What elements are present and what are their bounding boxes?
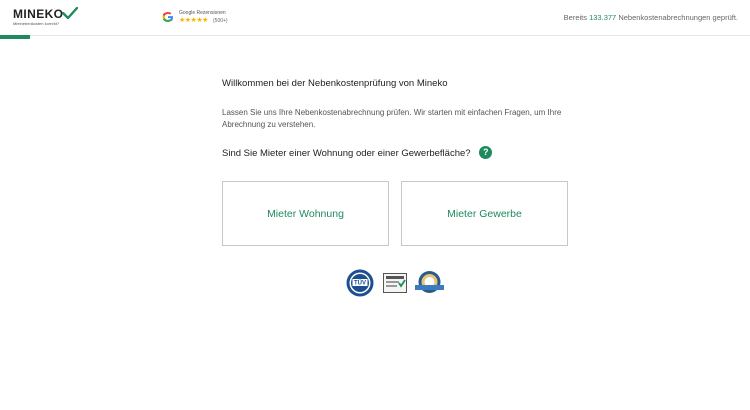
google-reviews[interactable]: Google Rezensionen ★★★★★ (500+) <box>162 10 242 26</box>
progress-bar <box>0 35 750 39</box>
top-header: MINEKO Mietnebenkosten korrekt? Google R… <box>0 0 750 36</box>
counter-number: 133.377 <box>589 13 617 22</box>
main-content: Willkommen bei der Nebenkostenprüfung vo… <box>222 78 572 246</box>
option-mieter-gewerbe-button[interactable]: Mieter Gewerbe <box>401 181 568 246</box>
help-icon[interactable]: ? <box>479 146 493 159</box>
question-text: Sind Sie Mieter einer Wohnung oder einer… <box>222 146 572 160</box>
option-mieter-wohnung-button[interactable]: Mieter Wohnung <box>222 181 389 246</box>
star-rating-icon: ★★★★★ <box>179 17 208 24</box>
logo-text: MINEKO <box>13 7 64 21</box>
welcome-heading: Willkommen bei der Nebenkostenprüfung vo… <box>222 78 448 89</box>
option-label: Mieter Wohnung <box>267 207 344 220</box>
option-label: Mieter Gewerbe <box>447 207 522 220</box>
tuv-text: TÜV <box>354 280 366 287</box>
counter-suffix: Nebenkostenabrechnungen geprüft. <box>618 13 738 22</box>
award-seal-icon <box>415 271 444 293</box>
logo-tagline: Mietnebenkosten korrekt? <box>13 21 60 26</box>
mineko-logo[interactable]: MINEKO Mietnebenkosten korrekt? <box>13 7 78 28</box>
progress-bar-fill <box>0 35 30 39</box>
logo-checkmark-icon <box>62 7 78 19</box>
trust-badges: TÜV <box>346 269 446 297</box>
tuv-seal-icon: TÜV <box>346 269 374 297</box>
counter-prefix: Bereits <box>563 13 587 22</box>
google-reviews-title: Google Rezensionen <box>179 10 226 16</box>
question-label: Sind Sie Mieter einer Wohnung oder einer… <box>222 148 471 160</box>
review-count: (500+) <box>213 18 228 24</box>
google-g-icon <box>162 12 173 22</box>
intro-text: Lassen Sie uns Ihre Nebenkostenabrechnun… <box>222 108 562 129</box>
checked-counter: Bereits 133.377 Nebenkostenabrechnungen … <box>564 13 738 22</box>
certificate-badge-icon <box>383 273 407 293</box>
